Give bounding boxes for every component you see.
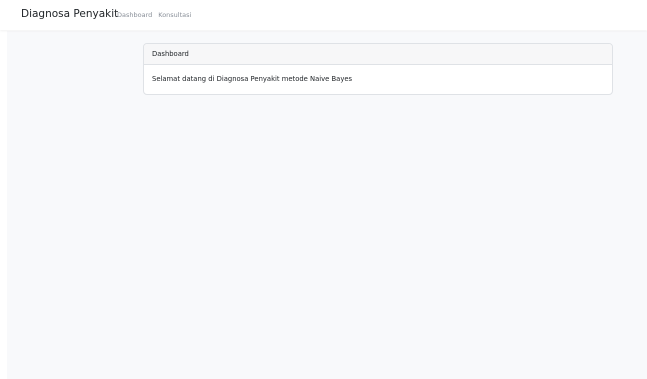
welcome-message: Selamat datang di Diagnosa Penyakit meto… xyxy=(152,75,353,83)
main-content: Dashboard Selamat datang di Diagnosa Pen… xyxy=(7,31,647,379)
nav-links: Dashboard Konsultasi xyxy=(117,10,191,20)
nav-link-konsultasi[interactable]: Konsultasi xyxy=(158,10,191,20)
navbar-brand[interactable]: Diagnosa Penyakit xyxy=(21,8,118,21)
card-header: Dashboard xyxy=(144,44,612,65)
top-navbar: Diagnosa Penyakit Dashboard Konsultasi xyxy=(0,0,647,30)
nav-link-dashboard[interactable]: Dashboard xyxy=(117,10,152,20)
dashboard-card: Dashboard Selamat datang di Diagnosa Pen… xyxy=(143,43,613,95)
